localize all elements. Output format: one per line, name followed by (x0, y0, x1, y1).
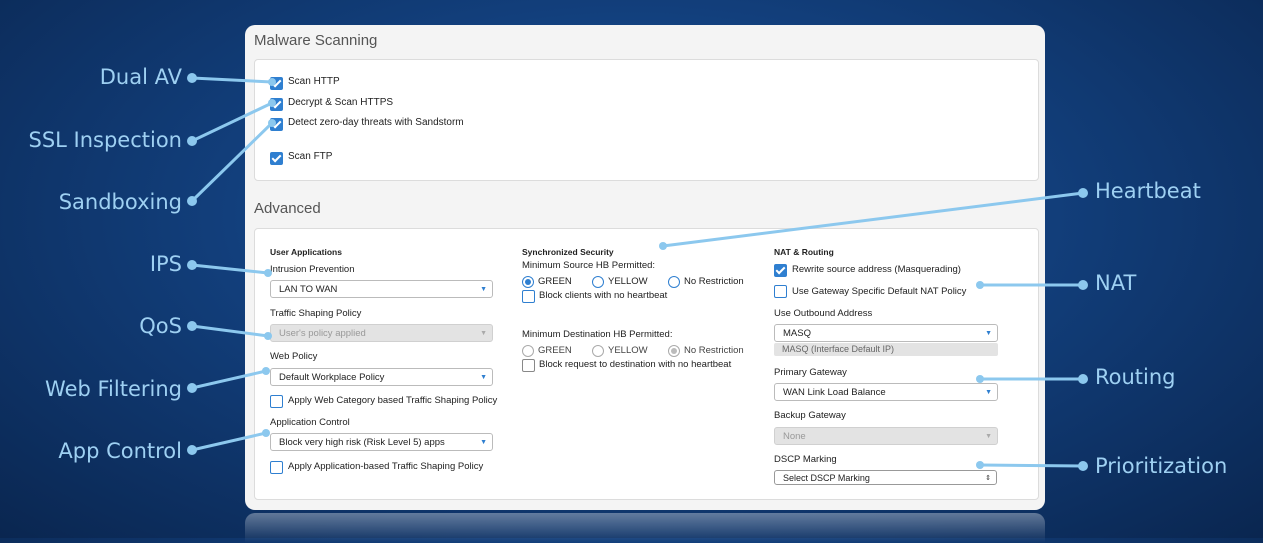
shaping-value: User's policy applied (279, 328, 366, 339)
primary-gateway-value: WAN Link Load Balance (783, 387, 886, 398)
malware-box: Scan HTTP Decrypt & Scan HTTPS Detect ze… (254, 59, 1039, 181)
source-hb-label: Minimum Source HB Permitted: (522, 260, 656, 271)
advanced-section-title: Advanced (254, 200, 321, 217)
source-no-restriction-label: No Restriction (684, 276, 744, 287)
decrypt-https-label: Decrypt & Scan HTTPS (288, 97, 394, 108)
panel-reflection (245, 513, 1045, 543)
callout-web-filtering: Web Filtering (45, 377, 182, 401)
gateway-nat-checkbox[interactable] (774, 285, 787, 298)
callout-ssl-inspection: SSL Inspection (28, 128, 182, 152)
callout-ips: IPS (149, 252, 182, 276)
sandstorm-label: Detect zero-day threats with Sandstorm (288, 117, 464, 128)
nat-routing-heading: NAT & Routing (774, 247, 834, 257)
source-yellow-radio[interactable] (592, 276, 604, 288)
web-policy-label: Web Policy (270, 351, 318, 362)
dest-no-restriction-radio[interactable] (668, 345, 680, 357)
outbound-value: MASQ (783, 328, 811, 339)
callout-qos: QoS (139, 314, 182, 338)
outbound-label: Use Outbound Address (774, 308, 873, 319)
web-policy-value: Default Workplace Policy (279, 372, 385, 383)
chevron-down-icon: ▼ (480, 286, 487, 293)
dest-no-restriction-label: No Restriction (684, 345, 744, 356)
dscp-label: DSCP Marking (774, 454, 837, 465)
web-shaping-label: Apply Web Category based Traffic Shaping… (288, 395, 498, 406)
backup-gateway-label: Backup Gateway (774, 410, 846, 421)
callout-dual-av: Dual AV (99, 65, 182, 89)
decrypt-https-checkbox[interactable] (270, 98, 283, 111)
advanced-box: User Applications Intrusion Prevention L… (254, 228, 1039, 500)
chevron-down-icon: ▼ (480, 330, 487, 337)
outbound-note: MASQ (Interface Default IP) (774, 343, 998, 356)
scan-http-label: Scan HTTP (288, 76, 340, 87)
dest-yellow-radio[interactable] (592, 345, 604, 357)
primary-gateway-select[interactable]: WAN Link Load Balance ▼ (774, 383, 998, 401)
dest-green-label: GREEN (538, 345, 572, 356)
backup-gateway-value: None (783, 431, 806, 442)
app-control-label: Application Control (270, 417, 350, 428)
dscp-select[interactable]: Select DSCP Marking ⇕ (774, 470, 997, 485)
intrusion-label: Intrusion Prevention (270, 264, 355, 275)
web-policy-select[interactable]: Default Workplace Policy ▼ (270, 368, 493, 386)
rewrite-source-checkbox[interactable] (774, 264, 787, 277)
callout-sandboxing: Sandboxing (58, 190, 182, 214)
rewrite-source-label: Rewrite source address (Masquerading) (792, 264, 961, 275)
chevron-down-icon: ▼ (985, 389, 992, 396)
dscp-value: Select DSCP Marking (783, 473, 870, 483)
chevron-down-icon: ▼ (985, 330, 992, 337)
web-shaping-checkbox[interactable] (270, 395, 283, 408)
callout-routing: Routing (1095, 365, 1176, 389)
scan-ftp-checkbox[interactable] (270, 152, 283, 165)
firewall-rule-panel: Malware Scanning Scan HTTP Decrypt & Sca… (245, 25, 1045, 510)
source-green-radio[interactable] (522, 276, 534, 288)
gateway-nat-label: Use Gateway Specific Default NAT Policy (792, 286, 967, 297)
block-clients-checkbox[interactable] (522, 290, 535, 303)
app-shaping-checkbox[interactable] (270, 461, 283, 474)
user-apps-heading: User Applications (270, 247, 342, 257)
shaping-label: Traffic Shaping Policy (270, 308, 362, 319)
updown-arrows-icon: ⇕ (985, 475, 991, 482)
app-control-value: Block very high risk (Risk Level 5) apps (279, 437, 445, 448)
app-shaping-label: Apply Application-based Traffic Shaping … (288, 461, 484, 472)
chevron-down-icon: ▼ (480, 374, 487, 381)
source-green-label: GREEN (538, 276, 572, 287)
dest-green-radio[interactable] (522, 345, 534, 357)
chevron-down-icon: ▼ (480, 439, 487, 446)
source-no-restriction-radio[interactable] (668, 276, 680, 288)
sandstorm-checkbox[interactable] (270, 118, 283, 131)
intrusion-select[interactable]: LAN TO WAN ▼ (270, 280, 493, 298)
callout-heartbeat: Heartbeat (1095, 179, 1201, 203)
shaping-select: User's policy applied ▼ (270, 324, 493, 342)
source-yellow-label: YELLOW (608, 276, 648, 287)
callout-prioritization: Prioritization (1095, 454, 1228, 478)
callout-nat: NAT (1095, 271, 1137, 295)
scan-http-checkbox[interactable] (270, 77, 283, 90)
block-clients-label: Block clients with no heartbeat (539, 290, 668, 301)
block-request-checkbox[interactable] (522, 359, 535, 372)
malware-section-title: Malware Scanning (254, 32, 378, 49)
dest-hb-label: Minimum Destination HB Permitted: (522, 329, 673, 340)
app-control-select[interactable]: Block very high risk (Risk Level 5) apps… (270, 433, 493, 451)
intrusion-value: LAN TO WAN (279, 284, 338, 295)
sync-security-heading: Synchronized Security (522, 247, 614, 257)
primary-gateway-label: Primary Gateway (774, 367, 847, 378)
block-request-label: Block request to destination with no hea… (539, 359, 732, 370)
chevron-down-icon: ▼ (985, 433, 992, 440)
dest-yellow-label: YELLOW (608, 345, 648, 356)
outbound-select[interactable]: MASQ ▼ (774, 324, 998, 342)
callout-app-control: App Control (58, 439, 182, 463)
scan-ftp-label: Scan FTP (288, 151, 333, 162)
backup-gateway-select: None ▼ (774, 427, 998, 445)
